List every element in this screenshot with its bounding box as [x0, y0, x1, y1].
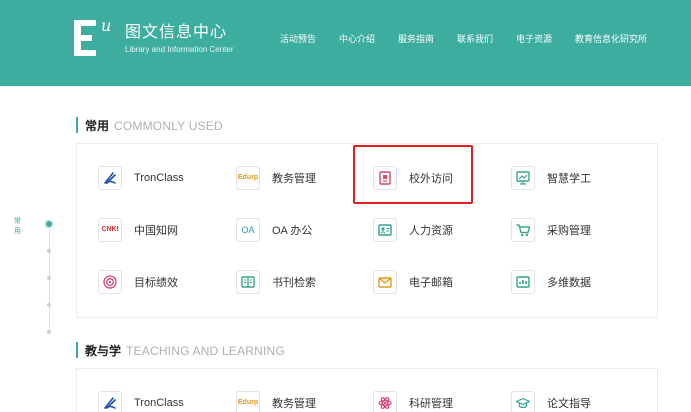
nav-item-about[interactable]: 中心介绍	[339, 32, 375, 46]
tronclass-icon	[98, 166, 122, 190]
app-cnki[interactable]: CNKI 中国知网	[98, 216, 178, 244]
nav-item-education-institute[interactable]: 教育信息化研究所	[575, 32, 647, 46]
section-title-common: 常用 COMMONLY USED	[76, 117, 223, 133]
app-multidimensional-data[interactable]: 多维数据	[511, 268, 591, 296]
data-icon	[511, 270, 535, 294]
logo[interactable]: u	[74, 18, 111, 56]
nav-item-e-resources[interactable]: 电子资源	[516, 32, 552, 46]
nav-item-contact[interactable]: 联系我们	[457, 32, 493, 46]
cart-icon	[511, 218, 535, 242]
app-tronclass[interactable]: TronClass	[98, 164, 184, 192]
cnki-icon: CNKI	[98, 218, 122, 242]
app-research-management[interactable]: 科研管理	[373, 389, 453, 412]
edurp-icon: Edurp	[236, 391, 260, 412]
app-email[interactable]: 电子邮箱	[373, 268, 453, 296]
app-target-performance[interactable]: 目标绩效	[98, 268, 178, 296]
brand-title[interactable]: 图文信息中心	[125, 23, 227, 43]
app-book-search[interactable]: 书刊检索	[236, 268, 316, 296]
tronclass-icon	[98, 391, 122, 412]
app-procurement[interactable]: 采购管理	[511, 216, 591, 244]
target-icon	[98, 270, 122, 294]
oa-icon: OA	[236, 218, 260, 242]
app-academic-affairs-teaching[interactable]: Edurp 教务管理	[236, 389, 316, 412]
side-nav-dot[interactable]	[47, 303, 51, 307]
section-title-teaching: 教与学 TEACHING AND LEARNING	[76, 342, 285, 358]
side-nav-dot[interactable]	[47, 276, 51, 280]
id-card-icon	[373, 218, 397, 242]
side-nav-active-label[interactable]: 常用	[14, 216, 21, 236]
nav-item-service-guide[interactable]: 服务指南	[398, 32, 434, 46]
app-tronclass-teaching[interactable]: TronClass	[98, 389, 184, 412]
side-nav-dot-active[interactable]	[46, 221, 52, 227]
app-thesis-guidance[interactable]: 论文指导	[511, 389, 591, 412]
app-academic-affairs[interactable]: Edurp 教务管理	[236, 164, 316, 192]
edurp-icon: Edurp	[236, 166, 260, 190]
app-human-resources[interactable]: 人力资源	[373, 216, 453, 244]
side-nav-dot[interactable]	[47, 249, 51, 253]
book-search-icon	[236, 270, 260, 294]
app-smart-student-affairs[interactable]: 智慧学工	[511, 164, 591, 192]
selection-highlight	[353, 145, 473, 204]
nav-item-events[interactable]: 活动预告	[280, 32, 316, 46]
logo-superscript: u	[101, 16, 112, 35]
graduation-icon	[511, 391, 535, 412]
brand-subtitle: Library and Information Center	[125, 45, 234, 54]
mail-icon	[373, 270, 397, 294]
presentation-icon	[511, 166, 535, 190]
side-nav-dot[interactable]	[47, 330, 51, 334]
atom-icon	[373, 391, 397, 412]
top-header: u 图文信息中心 Library and Information Center …	[0, 0, 691, 86]
app-oa-office[interactable]: OA OA 办公	[236, 216, 312, 244]
